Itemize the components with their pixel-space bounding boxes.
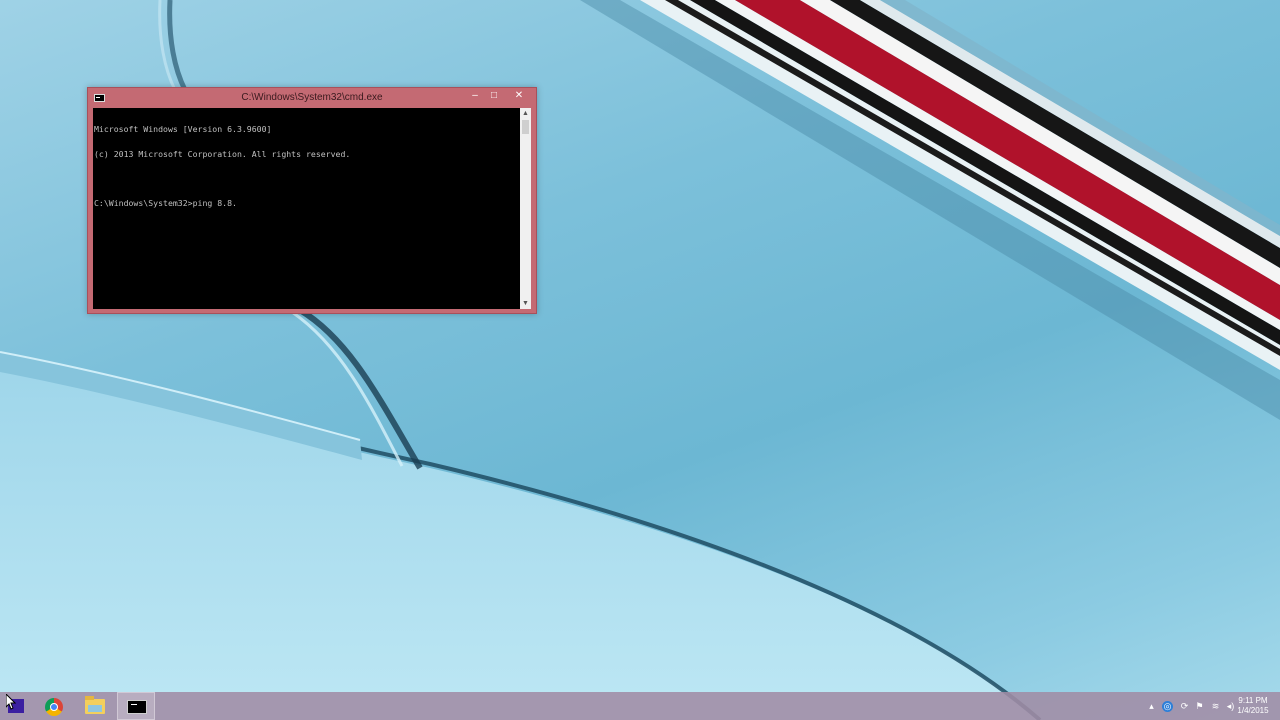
show-desktop-button[interactable] (1276, 692, 1280, 720)
scroll-thumb[interactable] (522, 120, 529, 134)
taskbar-file-explorer-button[interactable] (76, 692, 114, 720)
wifi-icon[interactable]: ≋ (1210, 701, 1221, 712)
chrome-icon (45, 698, 63, 716)
vertical-scrollbar[interactable]: ▲ ▼ (520, 108, 531, 309)
console-prompt-line[interactable]: C:\Windows\System32>ping 8.8. (94, 199, 520, 207)
clock-time: 9:11 PM (1238, 696, 1268, 705)
start-button[interactable] (0, 692, 33, 720)
system-tray: ▴ ◎ ⟳ ⚑ ≋ ◂) (1146, 692, 1234, 720)
desktop[interactable]: C:\Windows\System32\cmd.exe – □ ✕ Micros… (0, 0, 1280, 720)
mouse-pointer-icon (6, 694, 16, 710)
flag-icon[interactable]: ⚑ (1194, 701, 1205, 712)
clock-date: 1/4/2015 (1237, 706, 1269, 715)
clock[interactable]: 9:11 PM 1/4/2015 (1232, 696, 1274, 716)
taskbar-chrome-button[interactable] (35, 692, 73, 720)
scroll-down-button[interactable]: ▼ (520, 298, 531, 309)
taskbar: ▴ ◎ ⟳ ⚑ ≋ ◂) 9:11 PM 1/4/2015 (0, 692, 1280, 720)
chevron-up-icon[interactable]: ▴ (1146, 701, 1157, 712)
console-line: Microsoft Windows [Version 6.3.9600] (94, 124, 272, 135)
folder-icon (85, 696, 105, 714)
globe-icon[interactable]: ◎ (1162, 701, 1173, 712)
maximize-button[interactable]: □ (484, 89, 504, 103)
cmd-window[interactable]: C:\Windows\System32\cmd.exe – □ ✕ Micros… (87, 87, 537, 314)
console-output-area[interactable]: Microsoft Windows [Version 6.3.9600] (c)… (93, 108, 520, 309)
console-line: (c) 2013 Microsoft Corporation. All righ… (94, 149, 351, 160)
close-button[interactable]: ✕ (508, 89, 530, 103)
scroll-up-button[interactable]: ▲ (520, 108, 531, 119)
minimize-button[interactable]: – (465, 89, 485, 103)
window-titlebar[interactable]: C:\Windows\System32\cmd.exe – □ ✕ (88, 88, 536, 108)
sync-icon[interactable]: ⟳ (1179, 701, 1190, 712)
taskbar-command-prompt-button[interactable] (117, 692, 155, 720)
console-icon (127, 700, 147, 714)
